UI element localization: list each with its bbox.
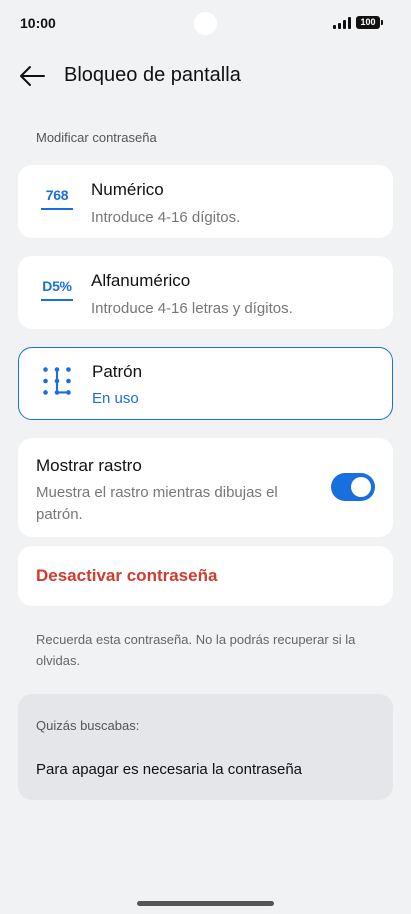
option-title: Alfanumérico	[91, 271, 191, 290]
pattern-icon	[43, 367, 71, 395]
option-title: Numérico	[91, 180, 164, 199]
header: Bloqueo de pantalla	[0, 58, 411, 94]
toggle-knob	[351, 477, 371, 497]
option-alphanumeric[interactable]: D5% Alfanumérico Introduce 4-16 letras y…	[18, 256, 393, 329]
trail-subtitle: Muestra el rastro mientras dibujas el pa…	[36, 484, 278, 523]
option-subtitle: Introduce 4-16 dígitos.	[91, 209, 241, 226]
option-numeric[interactable]: 768 Numérico Introduce 4-16 dígitos.	[18, 165, 393, 238]
screen: 10:00 100 Bloqueo de pantalla Modificar …	[0, 0, 411, 914]
section-label: Modificar contraseña	[36, 130, 157, 145]
option-pattern[interactable]: Patrón En uso	[18, 347, 393, 420]
option-subtitle: Introduce 4-16 letras y dígitos.	[91, 300, 293, 317]
show-trail-row: Mostrar rastro Muestra el rastro mientra…	[18, 438, 393, 537]
camera-cutout	[194, 12, 217, 35]
battery-icon: 100	[356, 16, 383, 29]
suggestion-item[interactable]: Para apagar es necesaria la contraseña	[36, 761, 302, 778]
suggestions-card: Quizás buscabas: Para apagar es necesari…	[18, 694, 393, 800]
numeric-icon-text: 768	[45, 187, 69, 203]
status-time: 10:00	[20, 15, 56, 31]
page-title: Bloqueo de pantalla	[64, 64, 241, 86]
alphanumeric-icon: D5%	[40, 278, 74, 308]
option-status: En uso	[92, 390, 139, 407]
numeric-icon: 768	[40, 187, 74, 217]
signal-icon	[333, 17, 351, 29]
suggestions-label: Quizás buscabas:	[36, 718, 140, 733]
back-button[interactable]	[16, 62, 48, 90]
arrow-left-icon	[20, 66, 45, 86]
disable-password-button[interactable]: Desactivar contraseña	[18, 546, 393, 606]
show-trail-toggle[interactable]	[331, 473, 375, 501]
trail-title: Mostrar rastro	[36, 456, 142, 475]
option-title: Patrón	[92, 362, 143, 381]
disable-password-label: Desactivar contraseña	[36, 566, 218, 585]
password-note: Recuerda esta contraseña. No la podrás r…	[36, 632, 356, 668]
status-bar: 10:00 100	[0, 0, 411, 46]
alphanumeric-icon-text: D5%	[42, 278, 72, 294]
home-indicator[interactable]	[137, 901, 274, 906]
